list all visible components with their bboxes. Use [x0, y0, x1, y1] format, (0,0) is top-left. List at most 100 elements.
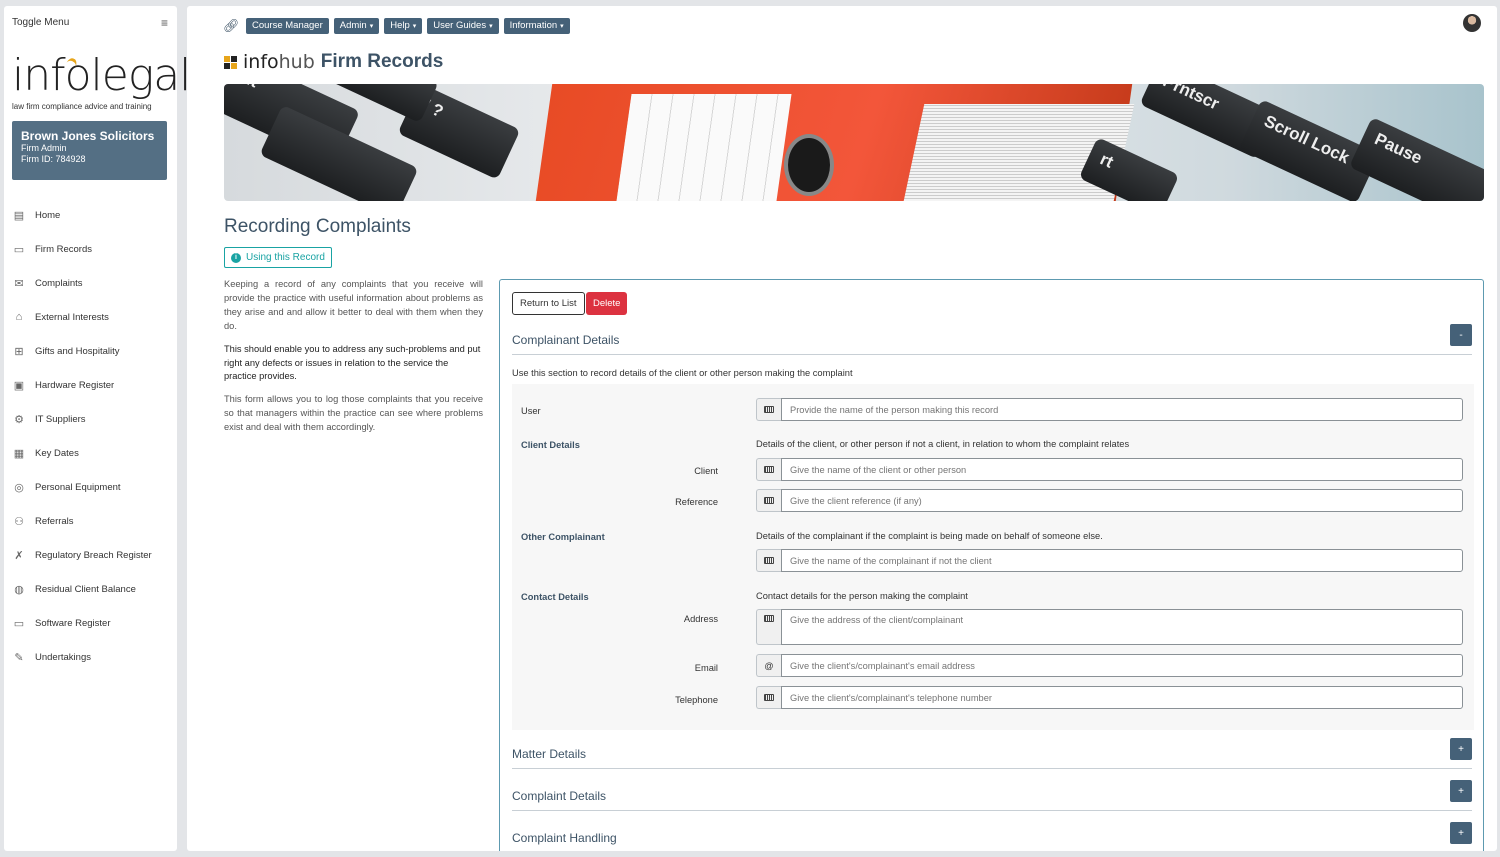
section-divider [512, 810, 1472, 811]
sidebar-item-regulatory-breach-register[interactable]: ✗ Regulatory Breach Register [12, 538, 172, 572]
client-input[interactable] [781, 458, 1463, 481]
expand-matter-details-button[interactable]: + [1450, 738, 1472, 760]
sidebar-item-hardware-register[interactable]: ▣ Hardware Register [12, 368, 172, 402]
sidebar-item-firm-records[interactable]: ▭ Firm Records [12, 232, 172, 266]
hardware-icon: ▣ [13, 379, 25, 392]
sidebar-item-external-interests[interactable]: ⌂ External Interests [12, 300, 172, 334]
using-this-record-label: Using this Record [246, 252, 325, 263]
menu-label: Course Manager [252, 20, 323, 31]
calendar-icon: ▦ [13, 447, 25, 460]
address-label: Address [683, 614, 718, 624]
menu-admin-button[interactable]: Admin ▾ [333, 18, 380, 34]
it-suppliers-icon: ⚙ [14, 413, 24, 426]
undertakings-icon: ✎ [14, 651, 24, 664]
firm-role: Firm Admin [21, 143, 67, 153]
expand-complaint-details-button[interactable]: + [1450, 780, 1472, 802]
firm-info-card: Brown Jones Solicitors Firm Admin Firm I… [12, 121, 167, 180]
telephone-label: Telephone [675, 695, 718, 705]
other-complainant-note: Details of the complainant if the compla… [756, 531, 1103, 541]
firm-id: Firm ID: 784928 [21, 154, 86, 164]
sidebar-item-label: Home [35, 209, 61, 221]
header-banner-image: Alt / ? Prntscr Scroll Lock Pause rt [224, 84, 1484, 201]
sidebar-item-referrals[interactable]: ⚇ Referrals [12, 504, 172, 538]
other-complainant-input[interactable] [781, 549, 1463, 572]
sidebar-item-label: Hardware Register [35, 379, 115, 391]
intro-paragraph: This should enable you to address any su… [224, 343, 481, 382]
sidebar-item-undertakings[interactable]: ✎ Undertakings [12, 640, 172, 674]
menu-course-manager-button[interactable]: Course Manager [246, 18, 329, 34]
client-details-heading: Client Details [521, 440, 580, 450]
email-label: Email [694, 663, 718, 673]
email-field-group: @ [756, 654, 1463, 677]
reference-input[interactable] [781, 489, 1463, 512]
using-this-record-button[interactable]: i Using this Record [224, 247, 332, 268]
sidebar-item-label: IT Suppliers [35, 413, 86, 425]
balance-icon: ◍ [14, 583, 24, 596]
collapse-complainant-button[interactable]: - [1450, 324, 1472, 346]
expand-complaint-handling-button[interactable]: + [1450, 822, 1472, 844]
sidebar-item-label: Personal Equipment [35, 481, 121, 493]
sidebar-item-complaints[interactable]: ✉ Complaints [12, 266, 172, 300]
sidebar-item-home[interactable]: ▤ Home [12, 198, 172, 232]
client-field-group [756, 458, 1463, 481]
user-input[interactable] [781, 398, 1463, 421]
sidebar-item-personal-equipment[interactable]: ◎ Personal Equipment [12, 470, 172, 504]
top-menu: Course Manager Admin ▾ Help ▾ User Guides ▾ Inf… [246, 18, 570, 34]
delete-button[interactable]: Delete [586, 292, 628, 315]
link-icon[interactable]: 🔗︎ [223, 18, 240, 34]
contact-details-note: Contact details for the person making th… [756, 591, 968, 601]
sidebar-item-it-suppliers[interactable]: ⚙ IT Suppliers [12, 402, 172, 436]
other-complainant-heading: Other Complainant [521, 532, 605, 542]
sidebar-item-key-dates[interactable]: ▦ Key Dates [12, 436, 172, 470]
menu-label: Admin [339, 20, 367, 31]
banner-key-pause: Pause [1348, 116, 1484, 201]
sidebar-item-label: Undertakings [35, 651, 91, 663]
toggle-menu[interactable]: Toggle Menu ≡ [12, 16, 168, 31]
address-textarea[interactable] [781, 609, 1463, 645]
return-to-list-button[interactable]: Return to List [512, 292, 585, 315]
record-form-panel: Return to List Delete Complainant Detail… [499, 279, 1484, 851]
contact-details-heading: Contact Details [521, 592, 589, 602]
toggle-menu-label: Toggle Menu [12, 17, 70, 28]
banner-binder-label [616, 94, 792, 201]
complaint-handling-heading[interactable]: Complaint Handling [512, 831, 617, 845]
email-input[interactable] [781, 654, 1463, 677]
section-heading: Recording Complaints [224, 216, 411, 237]
sidebar-item-label: Software Register [35, 617, 111, 629]
sidebar-item-software-register[interactable]: ▭ Software Register [12, 606, 172, 640]
sidebar-item-label: Key Dates [35, 447, 79, 459]
keyboard-icon [756, 609, 781, 645]
sidebar-item-gifts-and-hospitality[interactable]: ⊞ Gifts and Hospitality [12, 334, 172, 368]
sidebar-item-label: Residual Client Balance [35, 583, 136, 595]
external-interests-icon: ⌂ [15, 311, 23, 323]
sidebar-nav: ▤ Home ▭ Firm Records ✉ Complaints ⌂ External I… [12, 198, 172, 674]
section-divider [512, 768, 1472, 769]
infolegal-logo[interactable]: infolegal law firm compliance advice and… [12, 50, 191, 116]
breach-icon: ✗ [14, 549, 24, 562]
firm-name: Brown Jones Solicitors [21, 129, 155, 143]
gift-icon: ⊞ [14, 345, 24, 358]
menu-icon[interactable]: ≡ [161, 16, 168, 30]
sidebar-item-residual-client-balance[interactable]: ◍ Residual Client Balance [12, 572, 172, 606]
logo-tagline: law firm compliance advice and training [12, 102, 152, 111]
complaints-icon: ✉ [14, 277, 24, 290]
user-field-group [756, 398, 1463, 421]
logo-text: infolegal [12, 50, 191, 101]
complaint-details-heading[interactable]: Complaint Details [512, 789, 606, 803]
complainant-description: Use this section to record details of th… [512, 368, 853, 378]
menu-label: Information [509, 20, 558, 31]
info-icon: i [231, 252, 241, 263]
client-label: Client [694, 466, 718, 476]
matter-details-heading[interactable]: Matter Details [512, 747, 586, 761]
intro-text: Keeping a record of any complaints that … [224, 278, 483, 444]
reference-label: Reference [675, 497, 718, 507]
menu-user-guides-button[interactable]: User Guides ▾ [427, 18, 499, 34]
menu-help-button[interactable]: Help ▾ [384, 18, 423, 34]
sidebar-item-label: Regulatory Breach Register [35, 549, 152, 561]
caret-down-icon: ▾ [369, 23, 374, 30]
user-avatar[interactable] [1463, 14, 1481, 32]
keyboard-icon [756, 549, 781, 572]
main-content: 🔗︎ Course Manager Admin ▾ Help ▾ User Guides ▾… [187, 6, 1497, 851]
telephone-input[interactable] [781, 686, 1463, 709]
menu-information-button[interactable]: Information ▾ [503, 18, 570, 34]
